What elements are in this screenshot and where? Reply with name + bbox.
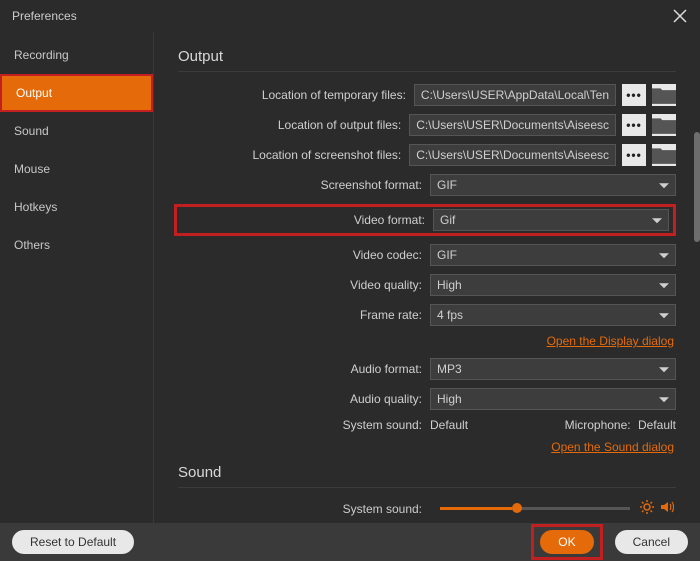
- label-video-format: Video format:: [181, 213, 433, 227]
- open-output-folder-button[interactable]: [652, 114, 676, 136]
- slider-thumb[interactable]: [512, 503, 522, 513]
- row-sound-defaults: System sound: Default Microphone: Defaul…: [178, 418, 676, 432]
- sidebar-item-hotkeys[interactable]: Hotkeys: [0, 188, 153, 226]
- label-temp-files: Location of temporary files:: [178, 88, 414, 102]
- system-sound-slider[interactable]: [440, 507, 630, 510]
- screenshot-format-select[interactable]: GIF: [430, 174, 676, 196]
- audio-format-select[interactable]: MP3: [430, 358, 676, 380]
- label-frame-rate: Frame rate:: [178, 308, 430, 322]
- row-output-files: Location of output files: C:\Users\USER\…: [178, 114, 676, 136]
- frame-rate-select[interactable]: 4 fps: [430, 304, 676, 326]
- screenshot-files-path[interactable]: C:\Users\USER\Documents\Aiseesc: [409, 144, 616, 166]
- label-video-quality: Video quality:: [178, 278, 430, 292]
- label-video-codec: Video codec:: [178, 248, 430, 262]
- window-title: Preferences: [12, 9, 77, 23]
- sidebar: Recording Output Sound Mouse Hotkeys Oth…: [0, 32, 154, 523]
- row-temp-files: Location of temporary files: C:\Users\US…: [178, 84, 676, 106]
- sidebar-item-output[interactable]: Output: [0, 74, 153, 112]
- dots-icon: •••: [626, 148, 642, 162]
- sidebar-item-label: Mouse: [14, 162, 50, 176]
- row-video-format: Video format: Gif: [174, 204, 676, 236]
- ok-button[interactable]: OK: [540, 530, 593, 554]
- folder-icon: [652, 85, 676, 106]
- sidebar-item-others[interactable]: Others: [0, 226, 153, 264]
- main-panel: Output Location of temporary files: C:\U…: [154, 32, 700, 523]
- open-sound-dialog-link[interactable]: Open the Sound dialog: [551, 440, 674, 454]
- label-screenshot-files: Location of screenshot files:: [178, 148, 409, 162]
- microphone-value: Default: [638, 418, 676, 432]
- label-audio-quality: Audio quality:: [178, 392, 430, 406]
- label-microphone: Microphone:: [565, 418, 631, 432]
- close-button[interactable]: [670, 6, 690, 26]
- microphone-pair: Microphone: Default: [565, 418, 676, 432]
- label-screenshot-format: Screenshot format:: [178, 178, 430, 192]
- reset-to-default-button[interactable]: Reset to Default: [12, 530, 134, 554]
- display-link-row: Open the Display dialog: [178, 334, 676, 348]
- temp-files-path[interactable]: C:\Users\USER\AppData\Local\Ten: [414, 84, 616, 106]
- scrollbar-thumb[interactable]: [694, 132, 700, 242]
- row-video-quality: Video quality: High: [178, 274, 676, 296]
- sidebar-item-sound[interactable]: Sound: [0, 112, 153, 150]
- sidebar-item-label: Hotkeys: [14, 200, 57, 214]
- row-system-sound-slider: System sound:: [178, 500, 676, 517]
- output-files-path[interactable]: C:\Users\USER\Documents\Aiseesc: [409, 114, 616, 136]
- label-audio-format: Audio format:: [178, 362, 430, 376]
- titlebar: Preferences: [0, 0, 700, 32]
- video-codec-select[interactable]: GIF: [430, 244, 676, 266]
- sidebar-item-recording[interactable]: Recording: [0, 36, 153, 74]
- sidebar-item-label: Others: [14, 238, 50, 252]
- folder-icon: [652, 115, 676, 136]
- row-frame-rate: Frame rate: 4 fps: [178, 304, 676, 326]
- close-icon: [673, 9, 687, 23]
- open-temp-folder-button[interactable]: [652, 84, 676, 106]
- row-audio-format: Audio format: MP3: [178, 358, 676, 380]
- cancel-button[interactable]: Cancel: [615, 530, 688, 554]
- dots-icon: •••: [626, 118, 642, 132]
- system-sound-value: Default: [430, 418, 468, 432]
- browse-screenshot-button[interactable]: •••: [622, 144, 646, 166]
- browse-temp-button[interactable]: •••: [622, 84, 646, 106]
- ok-highlight: OK: [531, 524, 602, 560]
- section-heading-output: Output: [178, 48, 676, 72]
- video-format-select[interactable]: Gif: [433, 209, 669, 231]
- settings-sound-icon[interactable]: [640, 500, 654, 517]
- slider-fill: [440, 507, 512, 510]
- label-system-sound: System sound:: [178, 418, 430, 432]
- browse-output-button[interactable]: •••: [622, 114, 646, 136]
- body: Recording Output Sound Mouse Hotkeys Oth…: [0, 32, 700, 523]
- sound-link-row: Open the Sound dialog: [178, 440, 676, 454]
- row-screenshot-format: Screenshot format: GIF: [178, 174, 676, 196]
- open-display-dialog-link[interactable]: Open the Display dialog: [547, 334, 674, 348]
- video-quality-select[interactable]: High: [430, 274, 676, 296]
- row-audio-quality: Audio quality: High: [178, 388, 676, 410]
- label-system-sound-slider: System sound:: [178, 502, 430, 516]
- label-output-files: Location of output files:: [178, 118, 409, 132]
- section-heading-sound: Sound: [178, 464, 676, 488]
- open-screenshot-folder-button[interactable]: [652, 144, 676, 166]
- sidebar-item-label: Sound: [14, 124, 49, 138]
- sidebar-item-label: Recording: [14, 48, 69, 62]
- speaker-icon[interactable]: [660, 500, 674, 517]
- sidebar-item-mouse[interactable]: Mouse: [0, 150, 153, 188]
- audio-quality-select[interactable]: High: [430, 388, 676, 410]
- row-screenshot-files: Location of screenshot files: C:\Users\U…: [178, 144, 676, 166]
- footer: Reset to Default OK Cancel: [0, 523, 700, 561]
- sidebar-item-label: Output: [16, 86, 52, 100]
- row-video-codec: Video codec: GIF: [178, 244, 676, 266]
- folder-icon: [652, 145, 676, 166]
- dots-icon: •••: [626, 88, 642, 102]
